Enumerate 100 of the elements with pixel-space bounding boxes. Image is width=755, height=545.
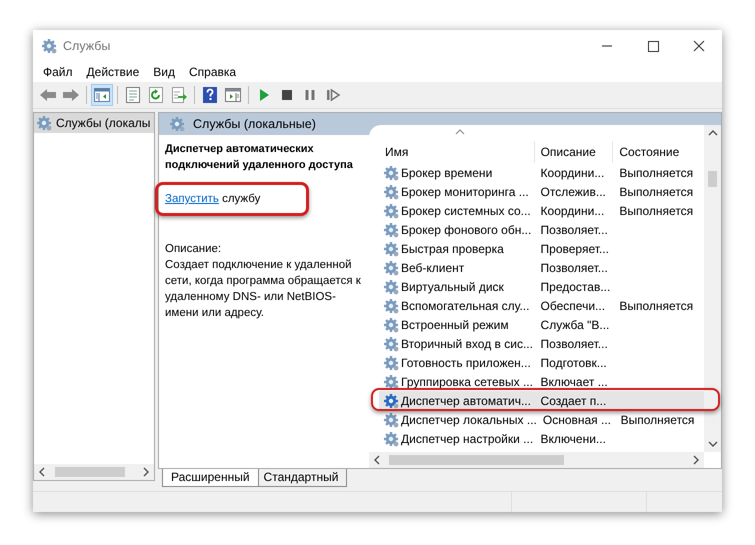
gear-icon bbox=[383, 202, 399, 218]
table-cell-text: Обеспечи... bbox=[540, 298, 606, 312]
scroll-thumb[interactable] bbox=[708, 170, 717, 186]
column-header[interactable]: Имя bbox=[379, 141, 535, 163]
table-row[interactable]: Встроенный режим Служба "В... bbox=[379, 315, 704, 334]
table-cell: Быстрая проверка bbox=[401, 242, 504, 256]
table-cell-text: Позволяет... bbox=[540, 260, 609, 274]
description-text: Создает подключение к удаленной сети, когда программа обращается к удаленному DNS- или NetBIOS-имени или адресу. bbox=[165, 258, 362, 321]
scroll-right-icon[interactable] bbox=[142, 467, 150, 477]
table-row[interactable]: Готовность приложен... Подготовк... bbox=[379, 353, 704, 372]
gear-icon bbox=[383, 336, 399, 352]
table-cell-text: Координи... bbox=[540, 166, 606, 180]
selected-row[interactable]: Диспетчер автоматич... Создает п... bbox=[379, 391, 704, 410]
window-panel-icon[interactable] bbox=[224, 86, 242, 104]
gear-icon bbox=[36, 115, 52, 131]
column-header[interactable]: Описание bbox=[534, 141, 614, 163]
scroll-left-icon[interactable] bbox=[373, 455, 381, 465]
scroll-thumb[interactable] bbox=[389, 455, 564, 465]
table-row[interactable]: Брокер мониторинга ... Отслежив... Выполняется bbox=[379, 182, 704, 201]
table-cell: Диспетчер автоматич... bbox=[401, 394, 531, 408]
gear-icon bbox=[383, 316, 399, 332]
scroll-left-icon[interactable] bbox=[38, 467, 46, 477]
back-arrow-icon[interactable] bbox=[39, 86, 57, 104]
table-cell: Диспетчер локальных ... bbox=[401, 412, 537, 426]
service-name: Диспетчер автоматических подключений удаленного доступа bbox=[165, 142, 354, 173]
scroll-down-icon[interactable] bbox=[708, 440, 718, 448]
table-cell-text: Координи... bbox=[540, 204, 606, 218]
table-cell-text: Служба "В... bbox=[540, 318, 610, 332]
gear-icon bbox=[383, 260, 399, 276]
start-link[interactable]: Запустить bbox=[165, 193, 219, 205]
table-cell: Группировка сетевых ... bbox=[401, 374, 533, 388]
horizontal-scrollbar[interactable] bbox=[34, 464, 154, 480]
window-title: Службы bbox=[63, 39, 112, 53]
scroll-right-icon[interactable] bbox=[692, 455, 700, 465]
table-row[interactable]: Брокер системных со... Координи... Выполняется bbox=[379, 201, 704, 220]
table-cell-text: Основная ... bbox=[542, 412, 612, 426]
list-sheet-icon[interactable] bbox=[124, 86, 142, 104]
table-cell-text: Проверяет... bbox=[540, 242, 610, 256]
export-icon[interactable] bbox=[170, 86, 188, 104]
gear-icon bbox=[383, 430, 399, 446]
view-tab[interactable]: Расширенный bbox=[162, 469, 259, 487]
table-row[interactable]: Веб-клиент Позволяет... bbox=[379, 258, 704, 277]
app-icon bbox=[41, 38, 57, 54]
table-row[interactable]: Вспомогательная слу... Обеспечи... Выполняется bbox=[379, 296, 704, 315]
menu-item[interactable]: Файл bbox=[37, 65, 79, 79]
table-cell-text: Создает п... bbox=[540, 394, 608, 408]
scroll-up-icon[interactable] bbox=[708, 129, 718, 137]
table-row[interactable]: Виртуальный диск Предостав... bbox=[379, 277, 704, 296]
help-icon[interactable] bbox=[201, 86, 219, 104]
gear-icon bbox=[383, 392, 399, 408]
table-cell-text: Включени... bbox=[540, 432, 607, 446]
vertical-scrollbar[interactable] bbox=[704, 125, 721, 452]
table-row[interactable]: Брокер фонового обн... Позволяет... bbox=[379, 220, 704, 239]
table-cell: Диспетчер настройки ... bbox=[401, 432, 534, 446]
gear-icon bbox=[383, 164, 399, 180]
gear-icon bbox=[383, 374, 399, 390]
table-cell-text: Позволяет... bbox=[540, 336, 609, 350]
pane-title: Службы (локальные) bbox=[193, 117, 316, 131]
table-cell: Выполняется bbox=[619, 166, 694, 180]
table-cell: Выполняется bbox=[620, 412, 694, 426]
gear-icon bbox=[383, 354, 399, 370]
description-label: Описание: bbox=[165, 242, 222, 257]
table-row[interactable]: Диспетчер локальных ... Основная ... Выполняется bbox=[379, 410, 704, 429]
table-cell: Готовность приложен... bbox=[401, 356, 531, 370]
table-cell: Виртуальный диск bbox=[401, 280, 504, 294]
scroll-thumb[interactable] bbox=[55, 467, 125, 477]
resume-icon[interactable] bbox=[324, 86, 342, 104]
table-cell-text: Отслежив... bbox=[540, 184, 607, 198]
gear-icon bbox=[383, 412, 399, 428]
table-cell: Веб-клиент bbox=[401, 260, 464, 274]
menu-item[interactable]: Справка bbox=[183, 65, 242, 79]
table-cell-text: Подготовк... bbox=[540, 356, 608, 370]
table-cell: Брокер фонового обн... bbox=[401, 222, 532, 236]
gear-icon bbox=[383, 240, 399, 256]
table-cell: Вторичный вход в сис... bbox=[401, 336, 533, 350]
table-cell: Встроенный режим bbox=[401, 318, 509, 332]
toolbar-button[interactable] bbox=[91, 84, 113, 106]
table-row[interactable]: Брокер времени Координи... Выполняется bbox=[379, 163, 704, 182]
horizontal-scrollbar[interactable] bbox=[369, 452, 704, 468]
forward-arrow-icon[interactable] bbox=[62, 86, 80, 104]
table-row[interactable]: Вторичный вход в сис... Позволяет... bbox=[379, 334, 704, 353]
table-cell-text: Позволяет... bbox=[540, 222, 609, 236]
table-cell: Выполняется bbox=[619, 184, 694, 198]
tree-item[interactable]: Службы (локалы bbox=[34, 113, 154, 133]
refresh-icon[interactable] bbox=[147, 86, 165, 104]
menu-item[interactable]: Действие bbox=[80, 65, 146, 79]
table-row[interactable]: Диспетчер настройки ... Включени... bbox=[379, 429, 704, 448]
table-row[interactable]: Группировка сетевых ... Включает ... bbox=[379, 372, 704, 391]
gear-icon bbox=[383, 298, 399, 314]
column-header[interactable]: Состояние bbox=[613, 141, 704, 163]
gear-icon bbox=[383, 184, 399, 200]
table-cell: Вспомогательная слу... bbox=[401, 298, 530, 312]
action-text: Запустить службу bbox=[165, 191, 365, 207]
gear-icon bbox=[169, 116, 185, 132]
table-cell: Выполняется bbox=[619, 298, 694, 312]
table-cell: Брокер времени bbox=[401, 166, 492, 180]
table-cell: Брокер мониторинга ... bbox=[401, 184, 529, 198]
gear-icon bbox=[383, 222, 399, 238]
menu-item[interactable]: Вид bbox=[147, 65, 181, 79]
table-row[interactable]: Быстрая проверка Проверяет... bbox=[379, 239, 704, 258]
